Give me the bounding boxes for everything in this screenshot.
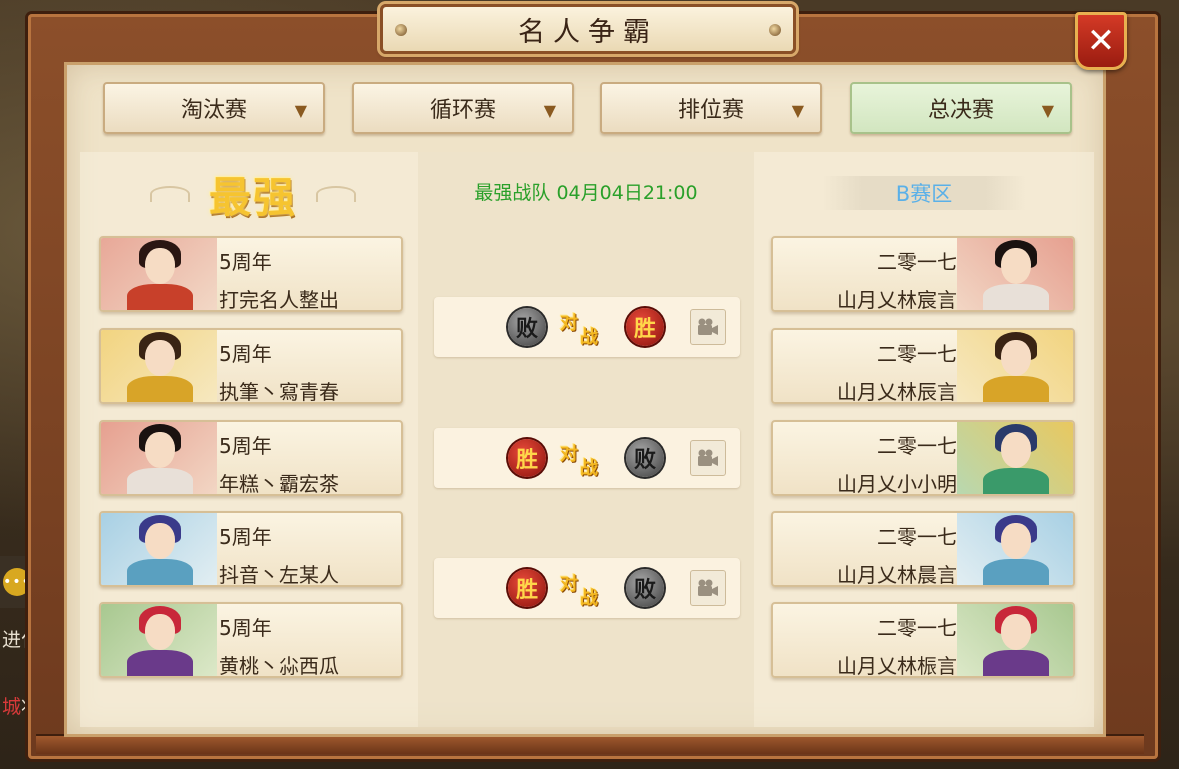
tab-label: 淘汰赛: [180, 98, 247, 123]
dropdown-arrow-icon: ▼: [1041, 101, 1054, 120]
tab-knockout[interactable]: 淘汰赛 ▼: [103, 82, 325, 134]
right-player-card[interactable]: 二零一七 山月乂林晨言: [771, 511, 1075, 587]
replay-button[interactable]: [690, 440, 726, 476]
player-portrait: [957, 604, 1073, 676]
versus-label: 对战: [558, 570, 614, 610]
replay-button[interactable]: [690, 570, 726, 606]
player-portrait: [101, 422, 217, 494]
player-portrait: [957, 422, 1073, 494]
match-row: 胜 对战 败: [434, 558, 740, 618]
tab-label: 循环赛: [429, 98, 496, 123]
left-player-card[interactable]: 5周年 抖音丶左某人: [99, 511, 403, 587]
video-camera-icon: [698, 318, 718, 335]
left-result-badge: 胜: [508, 569, 546, 607]
player-server: 二零一七: [877, 342, 957, 366]
tab-finals[interactable]: 总决赛 ▼: [850, 82, 1072, 134]
player-portrait: [101, 604, 217, 676]
chat-bubble-icon: •••: [3, 568, 31, 596]
player-server: 二零一七: [877, 434, 957, 458]
left-player-card[interactable]: 5周年 黄桃丶尛西瓜: [99, 602, 403, 678]
player-server: 二零一七: [877, 616, 957, 640]
versus-char: 对: [560, 444, 578, 465]
player-server: 5周年: [219, 525, 272, 549]
right-team-title: B赛区: [822, 176, 1026, 210]
player-server: 二零一七: [877, 250, 957, 274]
nail-icon: [395, 24, 407, 36]
tab-label: 排位赛: [677, 98, 744, 123]
versus-label: 对战: [558, 309, 614, 349]
player-server: 5周年: [219, 250, 272, 274]
player-name: 山月乂林辰言: [837, 380, 957, 404]
player-server: 5周年: [219, 342, 272, 366]
left-team-title: 最强: [208, 172, 297, 222]
nail-icon: [769, 24, 781, 36]
versus-char: 战: [580, 327, 598, 348]
player-name: 山月乂林晨言: [837, 563, 957, 587]
player-server: 5周年: [219, 616, 272, 640]
versus-label: 对战: [558, 440, 614, 480]
versus-char: 对: [560, 574, 578, 595]
right-player-card[interactable]: 二零一七 山月乂林桭言: [771, 602, 1075, 678]
dropdown-arrow-icon: ▼: [791, 101, 804, 120]
player-name: 执筆丶寫青春: [219, 380, 339, 404]
tab-label: 总决赛: [927, 98, 994, 123]
player-server: 二零一七: [877, 525, 957, 549]
video-camera-icon: [698, 449, 718, 466]
player-name: 山月乂林桭言: [837, 654, 957, 678]
player-name: 年糕丶霸宏茶: [219, 472, 339, 496]
left-result-badge: 胜: [508, 439, 546, 477]
tab-round-robin[interactable]: 循环赛 ▼: [352, 82, 574, 134]
background-text-2-red: 城: [2, 696, 22, 718]
close-button[interactable]: ✕: [1075, 12, 1127, 70]
tab-ranking[interactable]: 排位赛 ▼: [600, 82, 822, 134]
right-player-card[interactable]: 二零一七 山月乂林辰言: [771, 328, 1075, 404]
player-portrait: [101, 513, 217, 585]
player-portrait: [101, 330, 217, 402]
right-player-card[interactable]: 二零一七 山月乂小小明: [771, 420, 1075, 496]
player-name: 黄桃丶尛西瓜: [219, 654, 339, 678]
match-schedule-label: 最强战队 04月04日21:00: [474, 182, 698, 204]
video-camera-icon: [698, 579, 718, 596]
right-result-badge: 胜: [626, 308, 664, 346]
dialog-title: 名人争霸: [518, 16, 658, 48]
player-portrait: [101, 238, 217, 310]
cloud-ornament-icon: [150, 186, 190, 202]
versus-char: 战: [580, 458, 598, 479]
left-team-header: 最强: [150, 166, 356, 222]
dropdown-arrow-icon: ▼: [543, 101, 556, 120]
left-player-card[interactable]: 5周年 打完名人整出: [99, 236, 403, 312]
replay-button[interactable]: [690, 309, 726, 345]
left-player-card[interactable]: 5周年 执筆丶寫青春: [99, 328, 403, 404]
player-portrait: [957, 238, 1073, 310]
right-result-badge: 败: [626, 439, 664, 477]
left-player-card[interactable]: 5周年 年糕丶霸宏茶: [99, 420, 403, 496]
player-name: 山月乂林宸言: [837, 288, 957, 312]
close-icon: ✕: [1086, 21, 1116, 61]
cloud-ornament-icon: [316, 186, 356, 202]
player-name: 山月乂小小明: [837, 472, 957, 496]
match-row: 胜 对战 败: [434, 428, 740, 488]
title-plaque: 名人争霸: [380, 4, 796, 54]
player-portrait: [957, 513, 1073, 585]
frame-bottom-bar: [36, 734, 1144, 754]
right-player-card[interactable]: 二零一七 山月乂林宸言: [771, 236, 1075, 312]
left-result-badge: 败: [508, 308, 546, 346]
dropdown-arrow-icon: ▼: [294, 101, 307, 120]
right-result-badge: 败: [626, 569, 664, 607]
match-row: 败 对战 胜: [434, 297, 740, 357]
player-server: 5周年: [219, 434, 272, 458]
versus-char: 战: [580, 588, 598, 609]
versus-char: 对: [560, 313, 578, 334]
player-name: 打完名人整出: [219, 288, 339, 312]
player-portrait: [957, 330, 1073, 402]
player-name: 抖音丶左某人: [219, 563, 339, 587]
